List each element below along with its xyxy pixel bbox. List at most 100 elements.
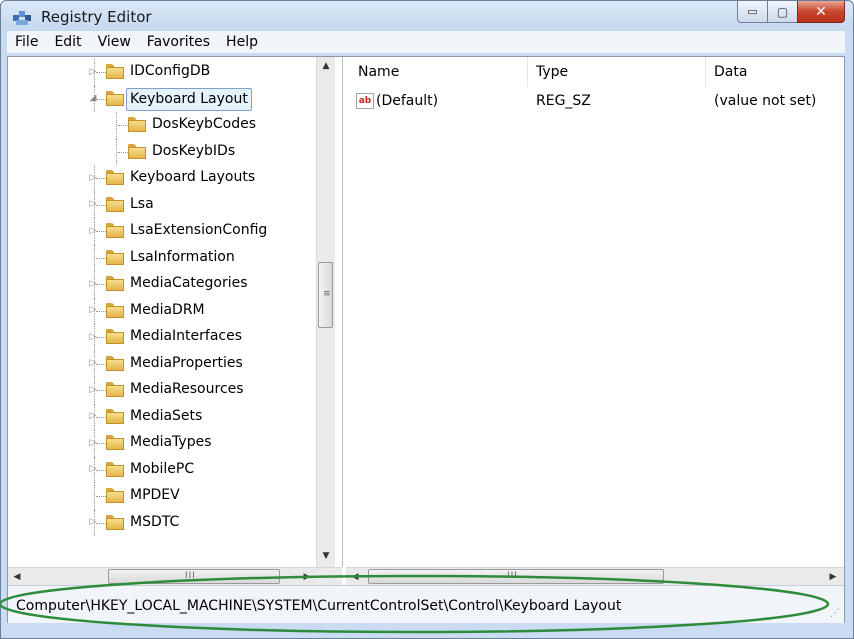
folder-icon xyxy=(106,276,124,291)
tree-item-label: MPDEV xyxy=(130,487,180,503)
content-area: ▷ IDConfigDB ◢ Keyboard Layout DosKeybCodes D… xyxy=(7,56,845,623)
tree-item[interactable]: ▷ MediaSets xyxy=(8,404,314,429)
column-header-data[interactable]: Data xyxy=(706,57,844,87)
menu-help[interactable]: Help xyxy=(218,34,266,50)
scroll-up-arrow-icon[interactable]: ▲ xyxy=(317,57,335,75)
resize-grip-icon[interactable]: ⋰ xyxy=(830,608,840,619)
tree-item[interactable]: MPDEV xyxy=(8,483,314,508)
tree-item-label: Keyboard Layouts xyxy=(130,169,256,185)
tree-connector xyxy=(96,416,106,418)
registry-editor-app-icon xyxy=(13,11,31,25)
menu-file[interactable]: File xyxy=(7,34,46,50)
tree-item[interactable]: LsaInformation xyxy=(8,245,314,270)
minimize-icon: ▭ xyxy=(747,5,758,18)
folder-icon xyxy=(106,488,124,503)
tree-item-label: MediaTypes xyxy=(130,434,212,450)
registry-tree-pane[interactable]: ▷ IDConfigDB ◢ Keyboard Layout DosKeybCodes D… xyxy=(8,57,343,567)
tree-item[interactable]: DosKeybCodes xyxy=(8,112,314,137)
tree-item-label: LsaInformation xyxy=(130,248,235,265)
tree-connector xyxy=(96,231,106,232)
menu-bar: File Edit View Favorites Help xyxy=(7,31,845,53)
column-header-name[interactable]: Name xyxy=(350,57,528,87)
tree-scroll-right-arrow-icon[interactable]: ▶ xyxy=(298,568,316,586)
folder-icon xyxy=(106,408,124,424)
value-data-cell[interactable]: (value not set) xyxy=(714,89,816,113)
list-horizontal-scrollbar[interactable]: ◀ III ▶ xyxy=(346,567,844,586)
folder-icon xyxy=(128,117,146,132)
tree-connector xyxy=(96,178,106,179)
tree-connector xyxy=(96,72,106,73)
tree-item-label: DosKeybIDs xyxy=(152,142,236,159)
tree-item[interactable]: ▷ Lsa xyxy=(8,192,314,217)
folder-icon xyxy=(106,302,124,318)
maximize-button[interactable]: ▢ xyxy=(767,1,797,23)
tree-item[interactable]: ▷ MediaResources xyxy=(8,377,314,402)
value-name-cell[interactable]: (Default) xyxy=(376,89,438,113)
list-hscroll-grip-icon: III xyxy=(507,571,518,581)
string-value-icon: ab xyxy=(356,93,374,109)
folder-icon xyxy=(106,170,124,185)
folder-icon xyxy=(106,355,124,371)
tree-hscroll-thumb[interactable]: III xyxy=(108,569,280,584)
value-type-cell[interactable]: REG_SZ xyxy=(536,89,591,113)
folder-icon xyxy=(106,514,124,530)
folder-icon xyxy=(106,435,124,450)
menu-edit[interactable]: Edit xyxy=(46,34,89,50)
tree-item[interactable]: ▷ IDConfigDB xyxy=(8,59,314,84)
tree-connector xyxy=(96,337,106,338)
tree-horizontal-scrollbar[interactable]: ◀ III ▶ xyxy=(8,567,342,586)
menu-favorites[interactable]: Favorites xyxy=(139,34,218,50)
tree-item[interactable]: ▷ MediaProperties xyxy=(8,351,314,376)
folder-icon xyxy=(106,461,124,477)
status-bar: Computer\HKEY_LOCAL_MACHINE\SYSTEM\Curre… xyxy=(8,585,844,623)
tree-item-label: Lsa xyxy=(130,195,154,212)
tree-item-label: MSDTC xyxy=(130,513,180,530)
title-bar[interactable]: Registry Editor ▭ ▢ ✕ xyxy=(1,1,853,33)
tree-scroll-left-arrow-icon[interactable]: ◀ xyxy=(8,568,26,586)
window-controls: ▭ ▢ ✕ xyxy=(737,1,845,25)
tree-vertical-scrollbar[interactable]: ▲ ≡ ▼ xyxy=(316,57,335,567)
tree-item[interactable]: ▷ MediaInterfaces xyxy=(8,324,314,349)
tree-connector xyxy=(96,257,106,259)
folder-icon xyxy=(106,196,124,212)
tree-item[interactable]: ◢ Keyboard Layout xyxy=(8,86,314,111)
window-title: Registry Editor xyxy=(41,8,152,26)
tree-item[interactable]: ▷ MediaDRM xyxy=(8,298,314,323)
tree-scroll-thumb[interactable]: ≡ xyxy=(318,262,333,328)
folder-icon xyxy=(106,249,124,265)
tree-connector xyxy=(96,310,106,312)
close-icon: ✕ xyxy=(815,3,827,20)
list-hscroll-thumb[interactable]: III xyxy=(368,569,664,584)
list-scroll-right-arrow-icon[interactable]: ▶ xyxy=(824,568,842,586)
tree-item[interactable]: ▷ MediaTypes xyxy=(8,430,314,455)
tree-item[interactable]: DosKeybIDs xyxy=(8,139,314,164)
menu-view[interactable]: View xyxy=(90,34,139,50)
tree-connector xyxy=(118,151,128,153)
folder-icon xyxy=(106,223,124,238)
scroll-down-arrow-icon[interactable]: ▼ xyxy=(317,547,335,565)
tree-item-label: MobilePC xyxy=(130,460,195,477)
column-header-type[interactable]: Type xyxy=(528,57,706,87)
tree-hscroll-grip-icon: III xyxy=(185,571,196,581)
tree-item-label: MediaDRM xyxy=(130,301,205,318)
tree-item-label: DosKeybCodes xyxy=(152,116,257,132)
values-list-pane[interactable]: Name Type Data ab (Default) REG_SZ (valu… xyxy=(350,57,844,567)
close-button[interactable]: ✕ xyxy=(797,1,845,23)
tree-item[interactable]: ▷ LsaExtensionConfig xyxy=(8,218,314,243)
list-scroll-left-arrow-icon[interactable]: ◀ xyxy=(346,568,364,586)
tree-item-label: LsaExtensionConfig xyxy=(130,222,268,238)
tree-item-label: Keyboard Layout xyxy=(126,87,252,111)
tree-item[interactable]: ▷ MobilePC xyxy=(8,457,314,482)
tree-connector xyxy=(96,496,106,497)
tree-item[interactable]: ▷ Keyboard Layouts xyxy=(8,165,314,190)
tree-item[interactable]: ▷ MSDTC xyxy=(8,510,314,535)
folder-icon xyxy=(128,143,146,159)
tree-item-label: MediaProperties xyxy=(130,354,243,371)
tree-item-label: IDConfigDB xyxy=(130,63,211,79)
status-path: Computer\HKEY_LOCAL_MACHINE\SYSTEM\Curre… xyxy=(16,598,622,614)
minimize-button[interactable]: ▭ xyxy=(737,1,767,23)
tree-connector xyxy=(96,390,106,391)
tree-connector xyxy=(96,469,106,471)
tree-item[interactable]: ▷ MediaCategories xyxy=(8,271,314,296)
tree-connector xyxy=(96,204,106,206)
